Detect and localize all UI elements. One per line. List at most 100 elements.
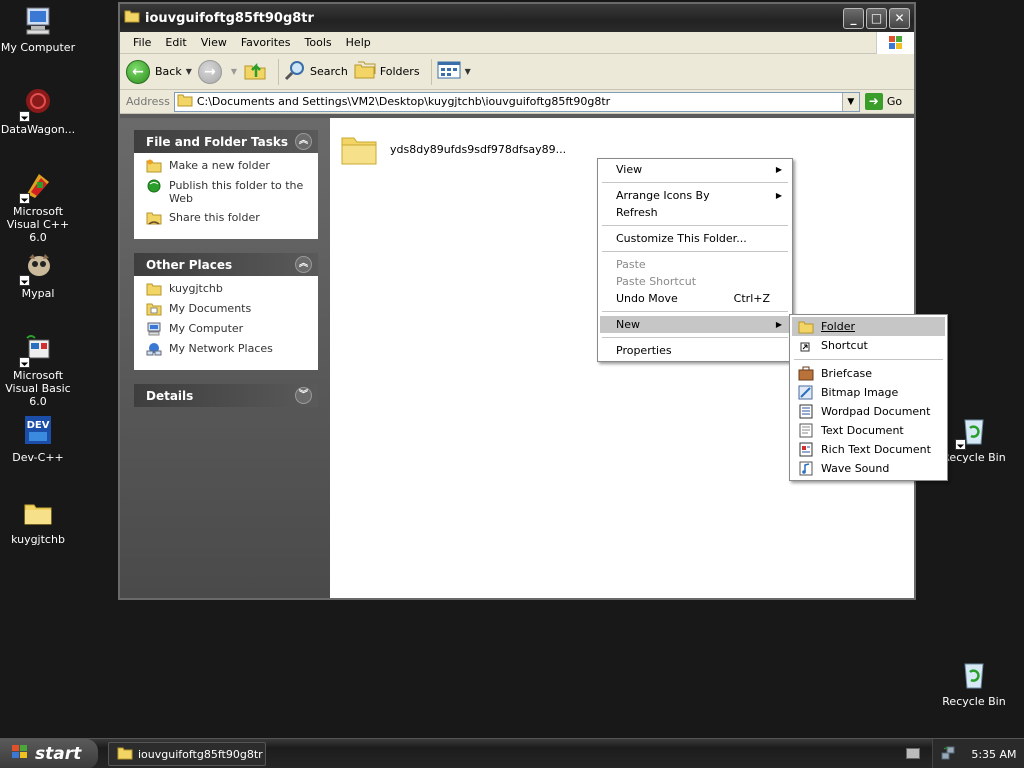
network-tray-icon[interactable]: [940, 745, 956, 764]
views-icon: [437, 60, 461, 83]
forward-arrow-icon: →: [197, 59, 222, 84]
desktop-icon-my-computer[interactable]: My Computer: [0, 4, 78, 54]
ctx-item-properties[interactable]: Properties: [600, 342, 790, 359]
place-my-computer[interactable]: My Computer: [146, 322, 310, 336]
desktop-icon-label: My Computer: [0, 41, 76, 54]
recycle-bin-icon: [955, 414, 991, 450]
folder-icon: [798, 321, 814, 334]
toolbar: ← Back ▼ → ▼ Search Folders ▼: [120, 54, 914, 90]
window-titlebar[interactable]: iouvguifoftg85ft90g8tr _ □ ✕: [120, 4, 914, 32]
desktop-icon-kuygjtchb[interactable]: kuygjtchb: [0, 496, 78, 546]
folder-icon: [124, 9, 140, 27]
ctx-item-arrange-icons[interactable]: Arrange Icons By ▶: [600, 187, 790, 204]
ctx-item-paste-shortcut: Paste Shortcut: [600, 273, 790, 290]
desktop-icon-recycle-bin-2[interactable]: Recycle Bin: [934, 658, 1014, 708]
menu-tools[interactable]: Tools: [298, 36, 339, 49]
shortcut-icon: [800, 342, 810, 352]
back-arrow-icon: ←: [126, 59, 150, 84]
visual-cpp-icon: [19, 168, 55, 204]
desktop-icon-mypal[interactable]: Mypal: [0, 250, 78, 300]
menu-file[interactable]: File: [126, 36, 158, 49]
menu-help[interactable]: Help: [339, 36, 378, 49]
task-share-folder[interactable]: Share this folder: [146, 211, 310, 225]
minimize-button[interactable]: _: [843, 8, 864, 29]
folder-item-name: yds8dy89ufds9sdf978dfsay89...: [390, 142, 567, 156]
sub-item-bitmap[interactable]: Bitmap Image: [792, 383, 945, 402]
sub-item-label: Folder: [821, 320, 855, 333]
forward-button[interactable]: → ▼: [197, 59, 237, 84]
taskbar: start iouvguifoftg85ft90g8tr 5:35 AM: [0, 738, 1024, 768]
up-folder-button[interactable]: [243, 58, 267, 85]
task-publish-web[interactable]: Publish this folder to the Web: [146, 179, 310, 205]
clock[interactable]: 5:35 AM: [971, 748, 1016, 761]
expand-icon[interactable]: ︾: [295, 387, 312, 404]
window-title: iouvguifoftg85ft90g8tr: [145, 10, 314, 26]
menu-view[interactable]: View: [194, 36, 234, 49]
start-button[interactable]: start: [0, 739, 98, 768]
desktop-icon-visual-basic[interactable]: Microsoft Visual Basic 6.0: [0, 332, 78, 408]
taskbar-window-button[interactable]: iouvguifoftg85ft90g8tr: [108, 742, 266, 766]
ctx-item-refresh[interactable]: Refresh: [600, 204, 790, 221]
sub-item-wave-sound[interactable]: Wave Sound: [792, 459, 945, 478]
taskbar-window-label: iouvguifoftg85ft90g8tr: [138, 747, 263, 761]
globe-icon: [147, 179, 161, 193]
sub-item-briefcase[interactable]: Briefcase: [792, 364, 945, 383]
folder-item[interactable]: yds8dy89ufds9sdf978dfsay89...: [340, 130, 566, 168]
maximize-button[interactable]: □: [866, 8, 887, 29]
address-bar: Address C:\Documents and Settings\VM2\De…: [120, 90, 914, 114]
search-button[interactable]: Search: [284, 59, 348, 84]
documents-folder-icon: [146, 303, 162, 316]
sub-item-rich-text[interactable]: Rich Text Document: [792, 440, 945, 459]
desktop-icon-datawagon[interactable]: DataWagon...: [0, 86, 78, 136]
place-my-network-places[interactable]: My Network Places: [146, 342, 310, 356]
desktop-icon-label: Mypal: [21, 287, 55, 300]
keyboard-icon[interactable]: [906, 748, 920, 759]
sub-item-shortcut[interactable]: Shortcut: [792, 336, 945, 355]
close-button[interactable]: ✕: [889, 8, 910, 29]
ctx-item-customize[interactable]: Customize This Folder...: [600, 230, 790, 247]
place-kuygjtchb[interactable]: kuygjtchb: [146, 282, 310, 296]
chevron-down-icon[interactable]: ▼: [465, 67, 471, 76]
desktop-icon-label: Microsoft Visual C++ 6.0: [6, 205, 70, 244]
text-document-icon: [799, 423, 813, 438]
submenu-arrow-icon: ▶: [775, 191, 782, 200]
panel-header[interactable]: Other Places ︽: [134, 253, 318, 276]
desktop-icon-dev-cpp[interactable]: DEV Dev-C++: [0, 414, 78, 464]
ctx-item-view[interactable]: View ▶: [600, 161, 790, 178]
address-input[interactable]: C:\Documents and Settings\VM2\Desktop\ku…: [173, 91, 860, 112]
desktop-icon-visual-cpp[interactable]: Microsoft Visual C++ 6.0: [0, 168, 78, 244]
chevron-down-icon[interactable]: ▼: [186, 67, 192, 76]
ctx-item-undo-move[interactable]: Undo Move Ctrl+Z: [600, 290, 790, 307]
mypal-icon: [19, 250, 55, 286]
sub-item-text-document[interactable]: Text Document: [792, 421, 945, 440]
collapse-icon[interactable]: ︽: [295, 256, 312, 273]
task-make-new-folder[interactable]: Make a new folder: [146, 159, 310, 173]
up-folder-icon: [243, 58, 267, 85]
wave-sound-icon: [799, 461, 813, 476]
panel-header[interactable]: File and Folder Tasks ︽: [134, 130, 318, 153]
address-value: C:\Documents and Settings\VM2\Desktop\ku…: [196, 95, 611, 108]
views-button[interactable]: ▼: [437, 60, 471, 83]
menu-edit[interactable]: Edit: [158, 36, 193, 49]
sub-item-label: Shortcut: [821, 339, 868, 352]
sub-item-folder[interactable]: Folder: [792, 317, 945, 336]
place-my-documents[interactable]: My Documents: [146, 302, 310, 316]
search-icon: [284, 59, 306, 84]
collapse-icon[interactable]: ︽: [295, 133, 312, 150]
menu-favorites[interactable]: Favorites: [234, 36, 298, 49]
folders-button[interactable]: Folders: [354, 59, 420, 84]
back-button[interactable]: ← Back ▼: [126, 59, 192, 84]
go-button[interactable]: ➜ Go: [864, 93, 902, 110]
panel-header[interactable]: Details ︾: [134, 384, 318, 407]
dev-cpp-icon: DEV: [21, 414, 55, 448]
panel-title: Other Places: [146, 257, 233, 272]
panel-title: File and Folder Tasks: [146, 134, 289, 149]
sub-item-wordpad[interactable]: Wordpad Document: [792, 402, 945, 421]
place-label: My Computer: [169, 322, 244, 335]
ctx-item-new[interactable]: New ▶: [600, 316, 790, 333]
address-label: Address: [126, 95, 170, 108]
sub-item-label: Wave Sound: [821, 462, 890, 475]
chevron-down-icon[interactable]: ▼: [841, 92, 859, 111]
desktop-icon-label: Recycle Bin: [942, 695, 1006, 708]
chevron-down-icon[interactable]: ▼: [231, 67, 237, 76]
